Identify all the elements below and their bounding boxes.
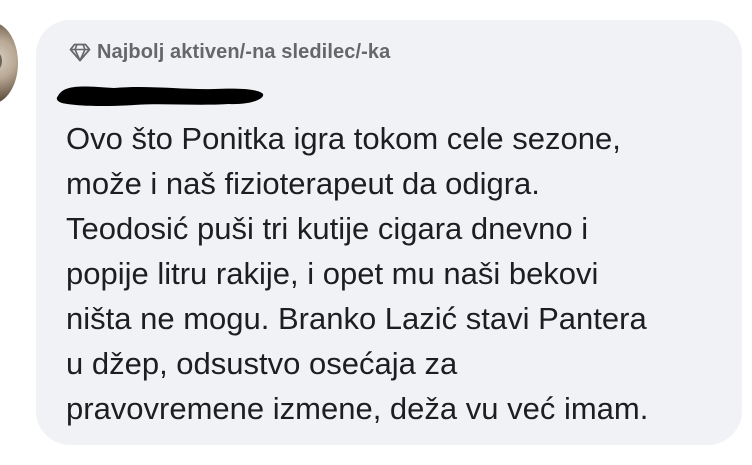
badge-label: Najbolj aktiven/-na sledilec/-ka xyxy=(97,40,391,63)
top-fan-badge[interactable]: Najbolj aktiven/-na sledilec/-ka xyxy=(68,38,390,66)
diamond-icon xyxy=(69,43,91,62)
comment-text: Ovo što Ponitka igra tokom cele sezone, … xyxy=(66,121,649,426)
comment-view: Najbolj aktiven/-na sledilec/-ka Ovo što… xyxy=(0,0,752,465)
redacted-author-name[interactable] xyxy=(54,80,266,110)
avatar[interactable] xyxy=(0,22,18,104)
